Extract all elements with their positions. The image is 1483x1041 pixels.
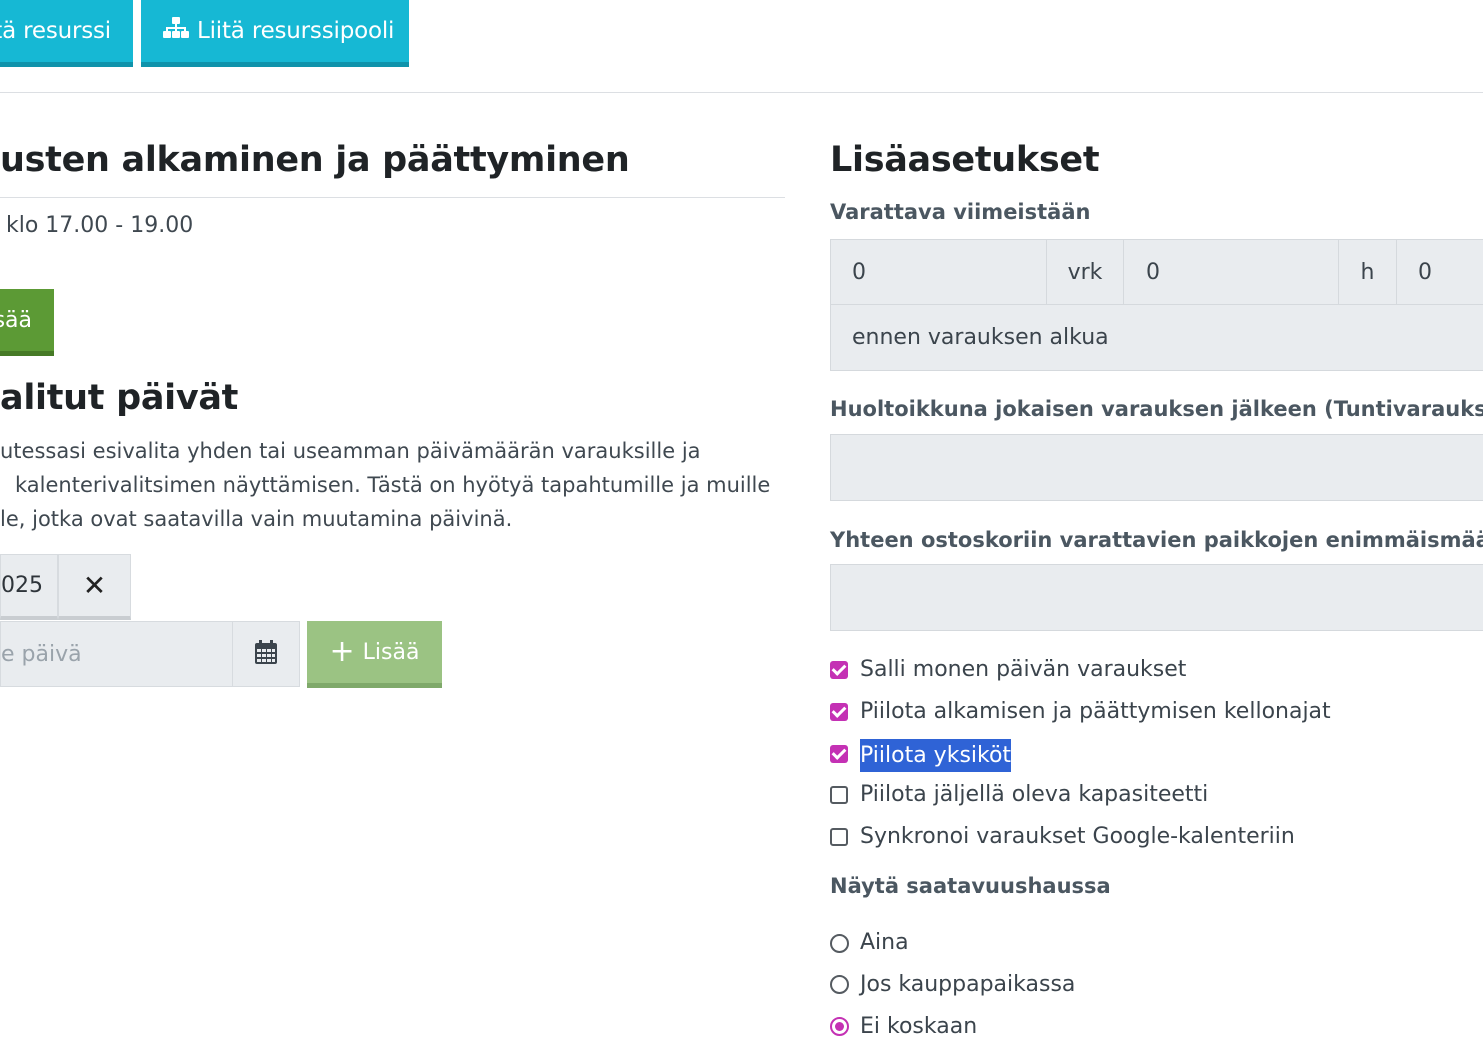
new-date-placeholder: e päivä [1, 641, 82, 667]
preselected-description-line-1: utessasi esivalita yhden tai useamman pä… [0, 439, 701, 463]
add-time-label: sää [0, 307, 32, 333]
additional-settings-heading: Lisäasetukset [830, 140, 1100, 180]
sitemap-icon [163, 17, 197, 45]
attach-resource-label: tä resurssi [0, 18, 111, 44]
calendar-button[interactable] [232, 621, 300, 687]
checkbox-google-sync[interactable] [830, 828, 848, 846]
deadline-days-value: 0 [852, 259, 866, 285]
availability-label: Näytä saatavuushaussa [830, 874, 1111, 898]
add-date-label: Lisää [362, 639, 420, 665]
time-range: klo 17.00 - 19.00 [6, 213, 194, 238]
radio-never[interactable] [830, 1017, 849, 1036]
checkbox-hide-units-label[interactable]: Piilota yksiköt [860, 739, 1012, 772]
maintenance-input[interactable] [830, 434, 1483, 501]
checkbox-google-sync-label[interactable]: Synkronoi varaukset Google-kalenteriin [860, 824, 1295, 849]
radio-always-label[interactable]: Aina [860, 930, 909, 955]
deadline-label: Varattava viimeistään [830, 200, 1091, 224]
checkbox-hide-units[interactable] [830, 745, 848, 763]
existing-date-value[interactable]: 025 [0, 554, 58, 620]
max-spots-label: Yhteen ostoskoriin varattavien paikkojen… [830, 528, 1483, 552]
deadline-suffix-text: ennen varauksen alkua [852, 325, 1109, 350]
preselected-description-line-3: le, jotka ovat saatavilla vain muutamina… [0, 507, 513, 531]
radio-if-marketplace-label[interactable]: Jos kauppapaikassa [860, 972, 1075, 997]
existing-date-text: 025 [1, 573, 43, 598]
checkbox-multi-day-label[interactable]: Salli monen päivän varaukset [860, 657, 1186, 682]
attach-resource-pool-label: Liitä resurssipooli [197, 18, 395, 44]
radio-if-marketplace[interactable] [830, 975, 849, 994]
calendar-icon [255, 640, 277, 668]
preselected-description-line-2: kalenterivalitsimen näyttämisen. Tästä o… [15, 473, 771, 497]
checkbox-hide-times[interactable] [830, 703, 848, 721]
remove-date-button[interactable]: ✕ [58, 554, 131, 620]
max-spots-input[interactable] [830, 564, 1483, 631]
times-divider [0, 197, 785, 198]
deadline-hours-input[interactable]: 0 [1123, 239, 1339, 305]
plus-icon: + [329, 634, 355, 669]
deadline-minutes-value: 0 [1418, 259, 1432, 285]
checkbox-hide-capacity[interactable] [830, 786, 848, 804]
maintenance-label: Huoltoikkuna jokaisen varauksen jälkeen … [830, 397, 1483, 421]
preselected-days-heading: alitut päivät [0, 378, 239, 418]
attach-resource-button[interactable]: tä resurssi [0, 0, 133, 67]
checkbox-multi-day[interactable] [830, 661, 848, 679]
deadline-days-unit: vrk [1046, 239, 1124, 305]
deadline-days-unit-text: vrk [1067, 259, 1103, 285]
close-icon: ✕ [82, 569, 107, 602]
radio-never-label[interactable]: Ei koskaan [860, 1014, 977, 1039]
checkbox-hide-capacity-label[interactable]: Piilota jäljellä oleva kapasiteetti [860, 782, 1208, 807]
deadline-hours-unit: h [1338, 239, 1397, 305]
add-date-button[interactable]: + Lisää [307, 621, 442, 688]
deadline-hours-value: 0 [1146, 259, 1160, 285]
new-date-input[interactable]: e päivä [0, 621, 233, 687]
attach-resource-pool-button[interactable]: Liitä resurssipooli [141, 0, 409, 67]
toolbar-divider [0, 92, 1483, 93]
deadline-hours-unit-text: h [1360, 259, 1375, 285]
deadline-suffix: ennen varauksen alkua [830, 304, 1483, 371]
deadline-days-input[interactable]: 0 [830, 239, 1047, 305]
add-time-button[interactable]: sää [0, 289, 54, 356]
times-heading: usten alkaminen ja päättyminen [0, 140, 630, 180]
radio-always[interactable] [830, 934, 849, 953]
checkbox-hide-times-label[interactable]: Piilota alkamisen ja päättymisen kellona… [860, 699, 1331, 724]
deadline-minutes-input[interactable]: 0 [1396, 239, 1483, 305]
